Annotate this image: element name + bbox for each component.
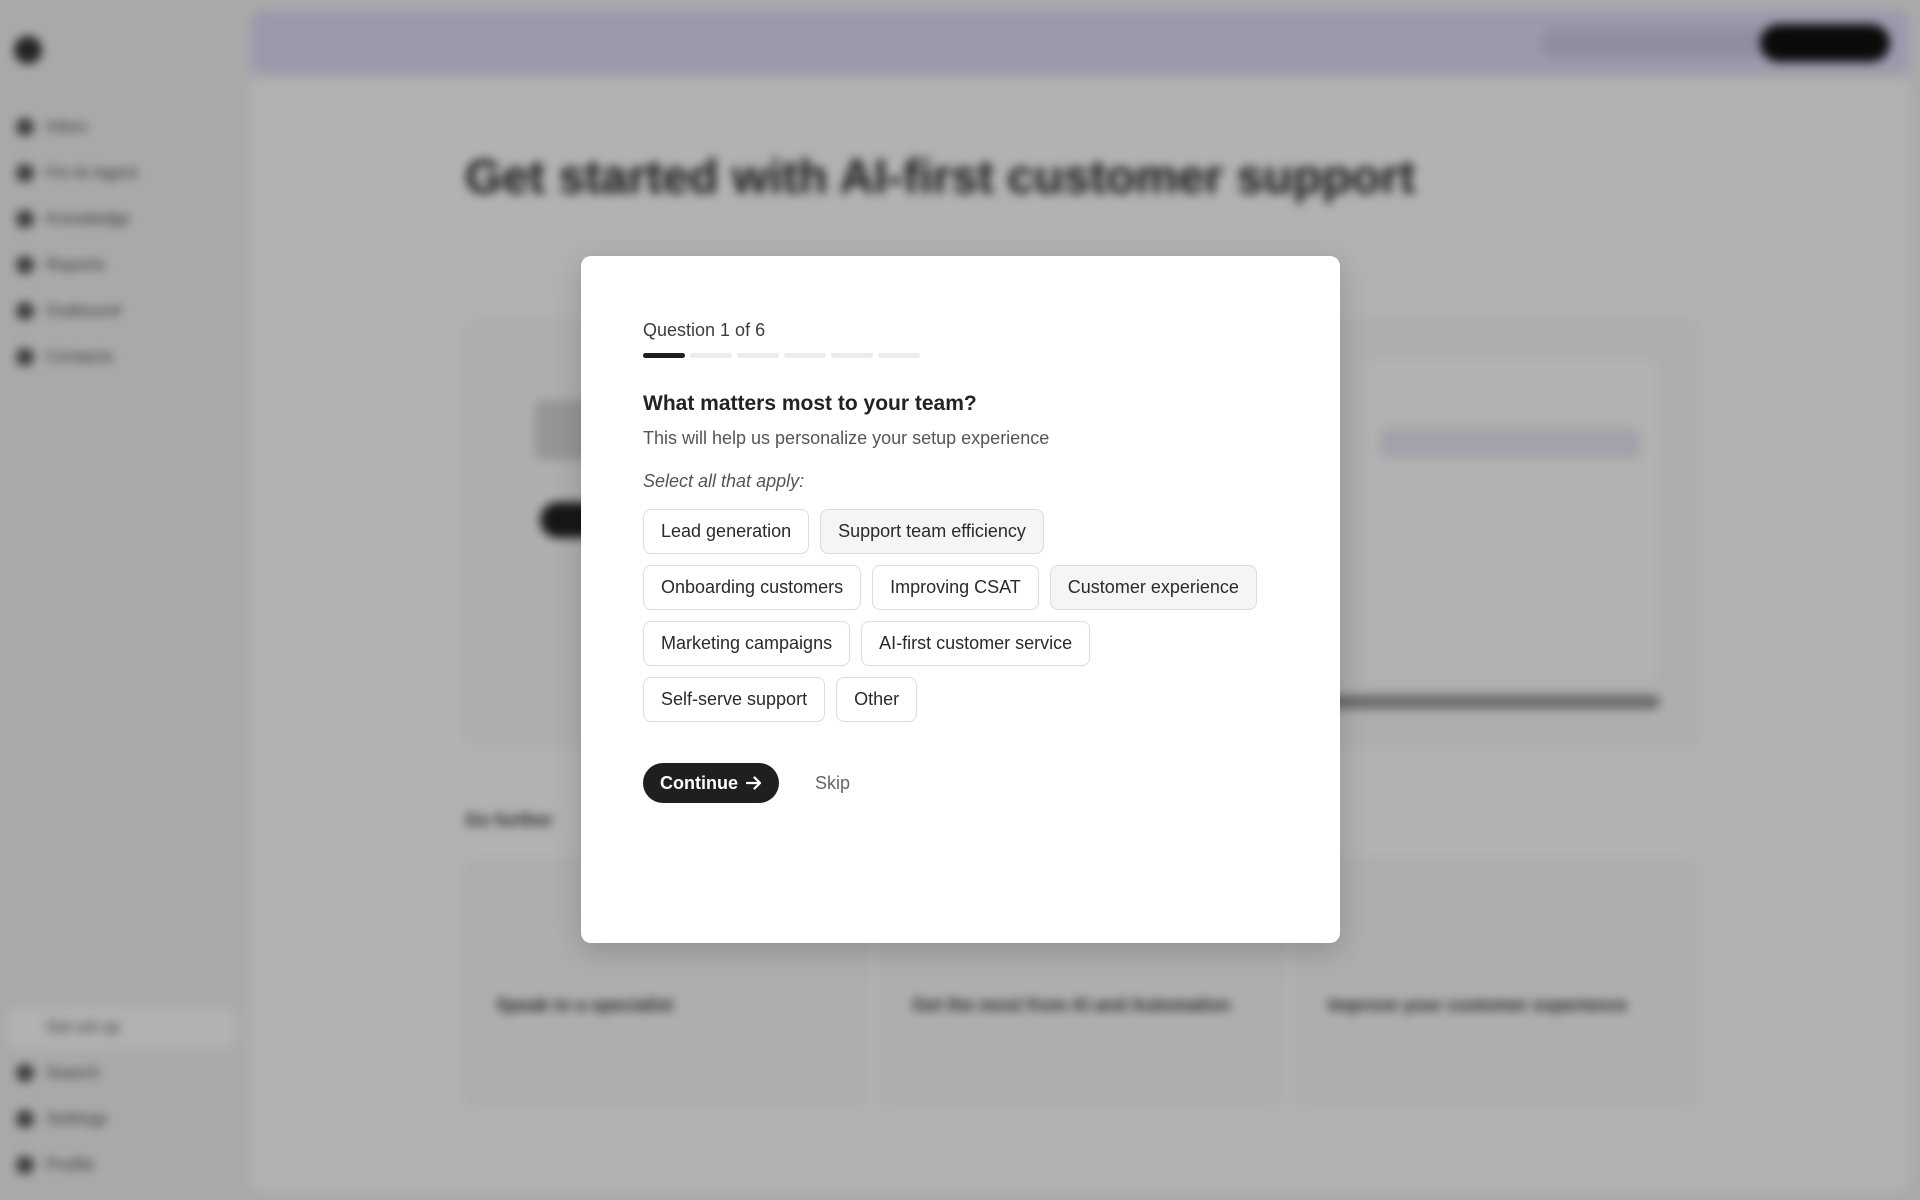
continue-label: Continue — [660, 772, 738, 793]
option-onboarding-customers[interactable]: Onboarding customers — [643, 565, 862, 610]
progress-segment — [878, 353, 920, 358]
option-row: Onboarding customers Improving CSAT Cust… — [643, 565, 1278, 610]
progress-segment — [784, 353, 826, 358]
question-hint: Select all that apply: — [643, 471, 805, 491]
question-counter: Question 1 of 6 — [643, 320, 766, 340]
question-title: What matters most to your team? — [643, 392, 977, 415]
option-row: Marketing campaigns AI-first customer se… — [643, 621, 1278, 666]
progress-segment — [643, 353, 685, 358]
onboarding-question-modal: Question 1 of 6 What matters most to you… — [581, 256, 1340, 943]
option-other[interactable]: Other — [836, 677, 918, 722]
option-improving-csat[interactable]: Improving CSAT — [872, 565, 1039, 610]
option-list: Lead generation Support team efficiency … — [643, 509, 1278, 722]
progress-segment — [690, 353, 732, 358]
option-row: Self-serve support Other — [643, 677, 1278, 722]
skip-button[interactable]: Skip — [815, 773, 850, 794]
option-row: Lead generation Support team efficiency — [643, 509, 1278, 554]
question-progress — [643, 353, 1278, 358]
continue-button[interactable]: Continue — [643, 763, 779, 803]
progress-segment — [737, 353, 779, 358]
option-lead-generation[interactable]: Lead generation — [643, 509, 810, 554]
option-ai-first-customer-service[interactable]: AI-first customer service — [861, 621, 1091, 666]
option-support-team-efficiency[interactable]: Support team efficiency — [820, 509, 1044, 554]
progress-segment — [831, 353, 873, 358]
modal-actions: Continue Skip — [643, 763, 1278, 803]
option-self-serve-support[interactable]: Self-serve support — [643, 677, 826, 722]
option-marketing-campaigns[interactable]: Marketing campaigns — [643, 621, 851, 666]
question-subtitle: This will help us personalize your setup… — [643, 428, 1050, 448]
arrow-right-icon — [746, 776, 762, 790]
option-customer-experience[interactable]: Customer experience — [1049, 565, 1257, 610]
